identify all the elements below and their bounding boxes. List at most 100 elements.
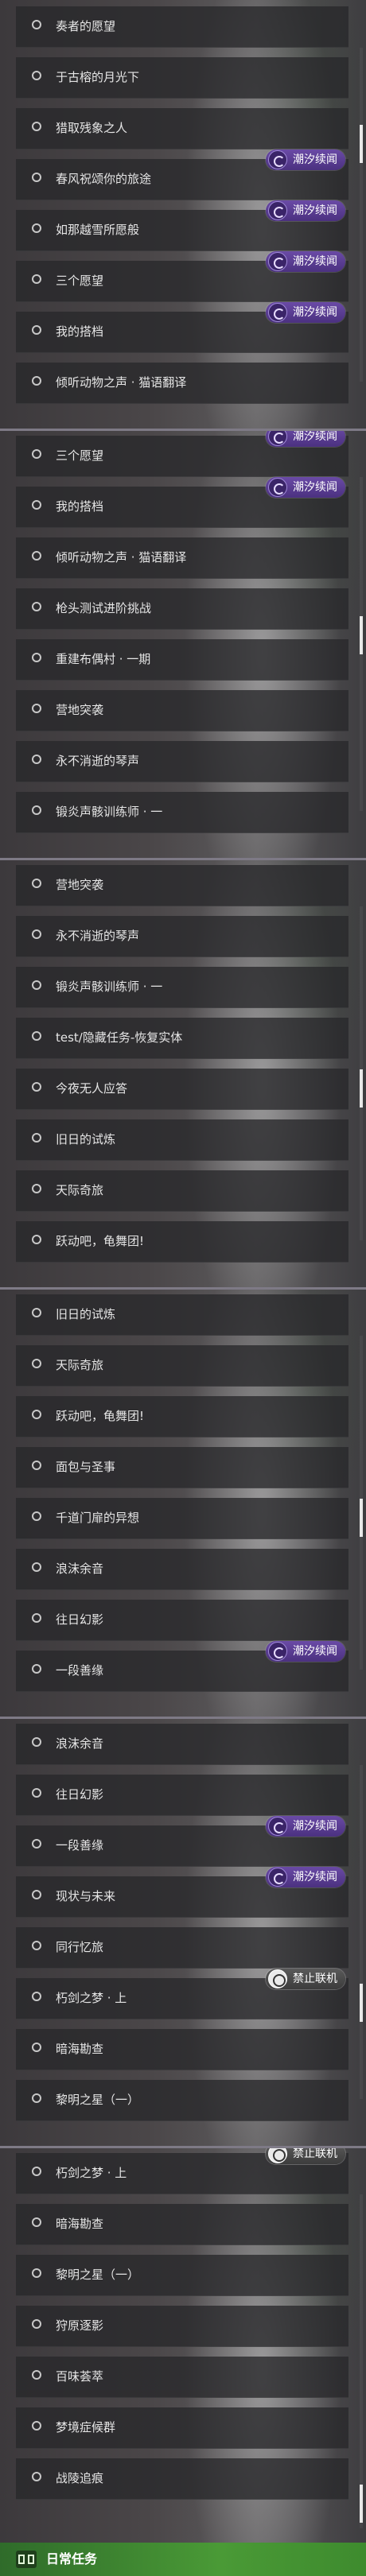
quest-title: 面包与圣事 xyxy=(56,1460,116,1474)
quest-list-item[interactable]: 天际奇旅 xyxy=(16,1345,348,1387)
quest-list-screen: 奏者的愿望 于古榕的月光下 猎取残象之人 春风祝颂你的旅途 潮汐续闻 如那越雪所愿般 潮汐续… xyxy=(0,0,366,2576)
badge-label: 禁止联机 xyxy=(293,2147,337,2160)
quest-list-item[interactable]: 营地突袭 xyxy=(16,865,348,906)
circle-bullet-icon xyxy=(32,1235,41,1244)
scrollbar-thumb[interactable] xyxy=(360,616,363,654)
quest-list-item[interactable]: 我的搭档 潮汐续闻 xyxy=(16,302,348,353)
circle-bullet-icon xyxy=(32,1941,41,1950)
quest-list-item[interactable]: 跃动吧，龟舞团! xyxy=(16,1221,348,1263)
quest-title: test/隐藏任务-恢复实体 xyxy=(56,1030,183,1045)
quest-list-item[interactable]: 倾听动物之声 · 猫语翻译 xyxy=(16,363,348,404)
tide-icon xyxy=(268,150,287,169)
quest-list-item[interactable]: 百味荟萃 xyxy=(16,2357,348,2398)
quest-list-item[interactable]: 枪头测试进阶挑战 xyxy=(16,588,348,630)
quest-title: 天际奇旅 xyxy=(56,1183,104,1197)
daily-tasks-bar[interactable]: 日常任务 xyxy=(0,2543,366,2576)
quest-list-item[interactable]: 梦境症候群 xyxy=(16,2407,348,2449)
scrollbar-thumb[interactable] xyxy=(360,1984,363,2022)
quest-list-item[interactable]: 千道门扉的异想 xyxy=(16,1498,348,1539)
quest-list-item[interactable]: 同行忆旅 xyxy=(16,1927,348,1969)
quest-list-item[interactable]: 春风祝颂你的旅途 潮汐续闻 xyxy=(16,149,348,200)
tide-story-badge: 潮汐续闻 xyxy=(266,477,345,498)
badge-label: 潮汐续闻 xyxy=(293,1645,337,1658)
quest-list-item[interactable]: 永不消逝的琴声 xyxy=(16,741,348,782)
quest-list-item[interactable]: test/隐藏任务-恢复实体 xyxy=(16,1018,348,1059)
circle-bullet-icon xyxy=(32,2217,41,2227)
quest-list-item[interactable]: 一段善缘 潮汐续闻 xyxy=(16,1816,348,1867)
scrollbar[interactable] xyxy=(360,2194,363,2528)
quest-title: 锻炎声骸训练师 · 一 xyxy=(56,980,163,994)
quest-list-item[interactable]: 营地突袭 xyxy=(16,690,348,731)
quest-list-item[interactable]: 往日幻影 xyxy=(16,1600,348,1641)
circle-bullet-icon xyxy=(32,1992,41,2001)
scrollbar[interactable] xyxy=(360,906,363,1240)
quest-title: 朽剑之梦 · 上 xyxy=(56,2166,127,2180)
circle-bullet-icon xyxy=(32,980,41,990)
quest-list-item[interactable]: 面包与圣事 xyxy=(16,1447,348,1488)
quest-title: 往日幻影 xyxy=(56,1612,104,1627)
quest-list-item[interactable]: 暗海勘查 xyxy=(16,2204,348,2245)
tide-story-badge: 潮汐续闻 xyxy=(266,1816,345,1837)
tide-story-badge: 潮汐续闻 xyxy=(266,1641,345,1662)
quest-list-item[interactable]: 黎明之星（一） xyxy=(16,2080,348,2121)
quest-list-item[interactable]: 今夜无人应答 xyxy=(16,1069,348,1110)
quest-list-item[interactable]: 于古榕的月光下 xyxy=(16,57,348,99)
quest-list-item[interactable]: 天际奇旅 xyxy=(16,1170,348,1212)
quest-list-item[interactable]: 狩原逐影 xyxy=(16,2306,348,2347)
panel-divider xyxy=(0,858,366,860)
scrollbar[interactable] xyxy=(360,477,363,811)
scrollbar[interactable] xyxy=(360,48,363,382)
quest-list-item[interactable]: 永不消逝的琴声 xyxy=(16,916,348,957)
quest-list-item[interactable]: 黎明之星（一） xyxy=(16,2255,348,2296)
circle-bullet-icon xyxy=(32,1359,41,1368)
tide-icon xyxy=(268,252,287,271)
circle-bullet-icon xyxy=(32,1184,41,1193)
quest-list-item[interactable]: 锻炎声骸训练师 · 一 xyxy=(16,792,348,833)
scrollbar-thumb[interactable] xyxy=(360,125,363,163)
quest-list-item[interactable]: 重建布偶村 · 一期 xyxy=(16,639,348,681)
scrollbar-thumb[interactable] xyxy=(360,1499,363,1537)
quest-list-item[interactable]: 倾听动物之声 · 猫语翻译 xyxy=(16,537,348,579)
quest-title: 奏者的愿望 xyxy=(56,19,116,33)
badge-label: 潮汐续闻 xyxy=(293,1871,337,1884)
scrollbar-thumb[interactable] xyxy=(360,1069,363,1108)
badge-label: 潮汐续闻 xyxy=(293,1820,337,1833)
quest-list-item[interactable]: 奏者的愿望 xyxy=(16,6,348,48)
panel-divider xyxy=(0,1287,366,1290)
circle-bullet-icon xyxy=(32,755,41,764)
quest-title: 暗海勘查 xyxy=(56,2042,104,2056)
quest-list-item[interactable]: 旧日的试炼 xyxy=(16,1294,348,1336)
scrollbar[interactable] xyxy=(360,1336,363,1670)
quest-list-item[interactable]: 猎取残象之人 xyxy=(16,108,348,149)
quest-list-item[interactable]: 如那越雪所愿般 潮汐续闻 xyxy=(16,200,348,251)
quest-list-item[interactable]: 朽剑之梦 · 上 禁止联机 xyxy=(16,2147,348,2194)
quest-list-item[interactable]: 三个愿望 潮汐续闻 xyxy=(16,429,348,477)
circle-bullet-icon xyxy=(32,551,41,561)
quest-title: 春风祝颂你的旅途 xyxy=(56,172,152,186)
quest-list-item[interactable]: 旧日的试炼 xyxy=(16,1119,348,1161)
scrollbar[interactable] xyxy=(360,1765,363,2099)
scrollbar-thumb[interactable] xyxy=(360,2485,363,2523)
quest-title: 如那越雪所愿般 xyxy=(56,223,140,237)
quest-list-item[interactable]: 往日幻影 xyxy=(16,1775,348,1816)
circle-bullet-icon xyxy=(32,173,41,182)
quest-title: 重建布偶村 · 一期 xyxy=(56,652,151,666)
quest-list-item[interactable]: 一段善缘 潮汐续闻 xyxy=(16,1641,348,1692)
quest-list-item[interactable]: 暗海勘查 xyxy=(16,2029,348,2070)
tide-icon xyxy=(268,1642,287,1661)
quest-list-item[interactable]: 跃动吧，龟舞团! xyxy=(16,1396,348,1437)
quest-title: 倾听动物之声 · 猫语翻译 xyxy=(56,375,187,390)
circle-bullet-icon xyxy=(32,1788,41,1798)
quest-list-item[interactable]: 三个愿望 潮汐续闻 xyxy=(16,251,348,302)
quest-list-item[interactable]: 朽剑之梦 · 上 禁止联机 xyxy=(16,1969,348,2019)
circle-bullet-icon xyxy=(32,1410,41,1419)
quest-title: 天际奇旅 xyxy=(56,1358,104,1372)
no-coop-badge: 禁止联机 xyxy=(266,1969,345,1989)
quest-list-item[interactable]: 我的搭档 潮汐续闻 xyxy=(16,477,348,528)
quest-list-item[interactable]: 浪沫余音 xyxy=(16,1549,348,1590)
quest-title: 旧日的试炼 xyxy=(56,1307,116,1321)
quest-list-item[interactable]: 现状与未来 潮汐续闻 xyxy=(16,1867,348,1918)
quest-list-item[interactable]: 锻炎声骸训练师 · 一 xyxy=(16,967,348,1008)
quest-list-item[interactable]: 浪沫余音 xyxy=(16,1724,348,1765)
quest-list-item[interactable]: 战陵追痕 xyxy=(16,2458,348,2500)
